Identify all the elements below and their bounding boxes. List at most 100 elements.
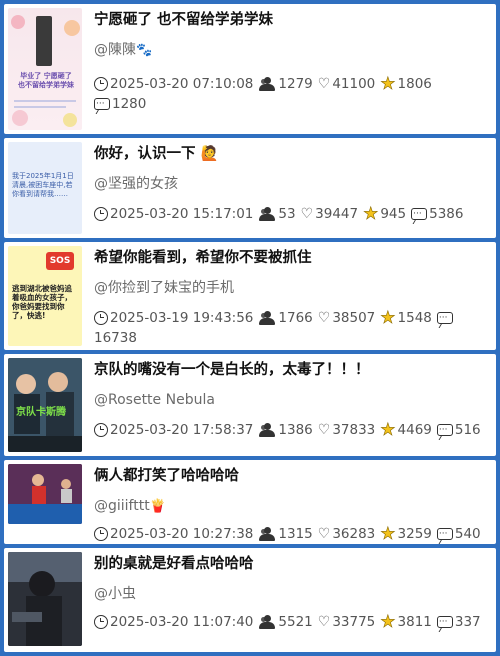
post-title[interactable]: 宁愿砸了 也不留给学弟学妹 — [94, 10, 490, 30]
post-date: 2025-03-20 10:27:38 — [110, 526, 254, 542]
users-icon — [258, 77, 276, 91]
star-icon[interactable]: ★ — [380, 309, 396, 327]
author-name[interactable]: @小虫 — [94, 586, 136, 602]
post-title[interactable]: 你好，认识一下 🙋 — [94, 144, 490, 164]
star-count: 3811 — [397, 614, 432, 630]
post-author[interactable]: @坚强的女孩 — [94, 174, 490, 194]
star-count: 945 — [380, 206, 407, 222]
post-thumbnail[interactable]: 我于2025年1月1日清晨,被困车座中,若你看到请帮我…… — [8, 142, 82, 234]
post-title[interactable]: 京队的嘴没有一个是白长的，太毒了！！！ — [94, 360, 490, 380]
post-author[interactable]: @陳陳🐾 — [94, 40, 490, 61]
post-date: 2025-03-20 11:07:40 — [110, 614, 254, 630]
author-name[interactable]: @Rosette Nebula — [94, 392, 215, 408]
post-meta: 2025-03-20 15:17:01 53 ♡39447 ★945 5386 — [94, 204, 492, 224]
comment-count: 516 — [454, 422, 481, 438]
like-count: 41100 — [332, 76, 376, 92]
comment-count: 5386 — [429, 206, 464, 222]
author-name[interactable]: @坚强的女孩 — [94, 176, 178, 192]
thumbnail-caption: 京队卡斯腾 — [16, 407, 66, 418]
star-count: 1806 — [397, 76, 432, 92]
thumbnail-image — [8, 358, 82, 452]
comment-icon[interactable] — [436, 420, 453, 440]
view-count: 1386 — [278, 422, 313, 438]
post-date: 2025-03-20 17:58:37 — [110, 422, 254, 438]
post-thumbnail[interactable] — [8, 552, 82, 646]
like-count: 39447 — [315, 206, 359, 222]
star-icon[interactable]: ★ — [380, 75, 396, 93]
comment-icon[interactable] — [436, 308, 453, 328]
thumbnail-caption: 我于2025年1月1日清晨,被困车座中,若你看到请帮我…… — [12, 172, 74, 198]
heart-icon[interactable]: ♡ — [318, 311, 331, 325]
post-meta: 2025-03-19 19:43:56 1766 ♡38507 ★1548 16… — [94, 308, 492, 348]
post-author[interactable]: @giiifttt🍟 — [94, 496, 490, 517]
comment-icon[interactable] — [436, 612, 453, 632]
thumbnail-image — [11, 15, 80, 127]
like-count: 36283 — [332, 526, 376, 542]
post-card[interactable]: 毕业了 宁愿砸了 也不留给学弟学妹 宁愿砸了 也不留给学弟学妹 @陳陳🐾 202… — [4, 4, 496, 134]
post-author[interactable]: @Rosette Nebula — [94, 390, 490, 410]
sos-badge: SOS — [46, 252, 74, 270]
comment-count: 16738 — [94, 330, 137, 346]
thumbnail-caption: 逃到湖北被爸妈追着吸血的女孩子，你爸妈要找到你了，快逃! — [12, 284, 72, 320]
like-count: 38507 — [332, 310, 376, 326]
users-icon — [258, 207, 276, 221]
post-date: 2025-03-19 19:43:56 — [110, 310, 254, 326]
post-card[interactable]: 俩人都打笑了哈哈哈哈 @giiifttt🍟 2025-03-20 10:27:3… — [4, 460, 496, 544]
clock-icon — [94, 615, 108, 629]
clock-icon — [94, 423, 108, 437]
view-count: 1279 — [278, 76, 313, 92]
post-card[interactable]: 京队卡斯腾 京队的嘴没有一个是白长的，太毒了！！！ @Rosette Nebul… — [4, 354, 496, 456]
post-meta: 2025-03-20 10:27:38 1315 ♡36283 ★3259 54… — [94, 524, 492, 544]
star-icon[interactable]: ★ — [380, 525, 396, 543]
users-icon — [258, 311, 276, 325]
heart-icon[interactable]: ♡ — [301, 207, 314, 221]
star-icon[interactable]: ★ — [380, 421, 396, 439]
view-count: 1315 — [278, 526, 313, 542]
clock-icon — [94, 527, 108, 541]
post-thumbnail[interactable]: 京队卡斯腾 — [8, 358, 82, 452]
comment-count: 540 — [454, 526, 481, 542]
like-count: 37833 — [332, 422, 376, 438]
post-title[interactable]: 俩人都打笑了哈哈哈哈 — [94, 466, 490, 486]
post-author[interactable]: @小虫 — [94, 584, 490, 604]
post-thumbnail[interactable]: SOS 逃到湖北被爸妈追着吸血的女孩子，你爸妈要找到你了，快逃! — [8, 246, 82, 346]
comment-icon[interactable] — [436, 524, 453, 544]
star-icon[interactable]: ★ — [380, 613, 396, 631]
clock-icon — [94, 311, 108, 325]
post-card[interactable]: 我于2025年1月1日清晨,被困车座中,若你看到请帮我…… 你好，认识一下 🙋 … — [4, 138, 496, 238]
author-emoji: 🍟 — [149, 499, 166, 514]
star-icon[interactable]: ★ — [363, 205, 379, 223]
post-feed: 毕业了 宁愿砸了 也不留给学弟学妹 宁愿砸了 也不留给学弟学妹 @陳陳🐾 202… — [0, 0, 500, 656]
author-name[interactable]: @你捡到了妹宝的手机 — [94, 280, 234, 296]
users-icon — [258, 527, 276, 541]
star-count: 3259 — [397, 526, 432, 542]
view-count: 1766 — [278, 310, 313, 326]
post-title[interactable]: 希望你能看到，希望你不要被抓住 — [94, 248, 490, 268]
comment-icon[interactable] — [94, 94, 110, 114]
view-count: 53 — [278, 206, 296, 222]
post-title[interactable]: 别的桌就是好看点哈哈哈 — [94, 554, 490, 574]
thumbnail-image — [8, 464, 82, 524]
author-name[interactable]: @giiifttt — [94, 498, 150, 514]
heart-icon[interactable]: ♡ — [318, 423, 331, 437]
clock-icon — [94, 77, 108, 91]
thumbnail-caption: 毕业了 宁愿砸了 也不留给学弟学妹 — [18, 72, 74, 89]
like-count: 33775 — [332, 614, 376, 630]
post-author[interactable]: @你捡到了妹宝的手机 — [94, 278, 490, 298]
clock-icon — [94, 207, 108, 221]
heart-icon[interactable]: ♡ — [318, 77, 331, 91]
post-card[interactable]: SOS 逃到湖北被爸妈追着吸血的女孩子，你爸妈要找到你了，快逃! 希望你能看到，… — [4, 242, 496, 350]
post-card[interactable]: 别的桌就是好看点哈哈哈 @小虫 2025-03-20 11:07:40 5521… — [4, 548, 496, 652]
comment-icon[interactable] — [411, 204, 428, 224]
star-count: 4469 — [397, 422, 432, 438]
heart-icon[interactable]: ♡ — [318, 615, 331, 629]
post-meta: 2025-03-20 07:10:08 1279 ♡41100 ★1806 12… — [94, 74, 492, 114]
thumbnail-image — [8, 552, 82, 646]
author-name[interactable]: @陳陳 — [94, 42, 136, 58]
post-thumbnail[interactable] — [8, 464, 82, 524]
post-thumbnail[interactable]: 毕业了 宁愿砸了 也不留给学弟学妹 — [8, 8, 82, 130]
author-emoji: 🐾 — [136, 43, 153, 58]
star-count: 1548 — [397, 310, 432, 326]
heart-icon[interactable]: ♡ — [318, 527, 331, 541]
post-meta: 2025-03-20 11:07:40 5521 ♡33775 ★3811 33… — [94, 612, 492, 632]
